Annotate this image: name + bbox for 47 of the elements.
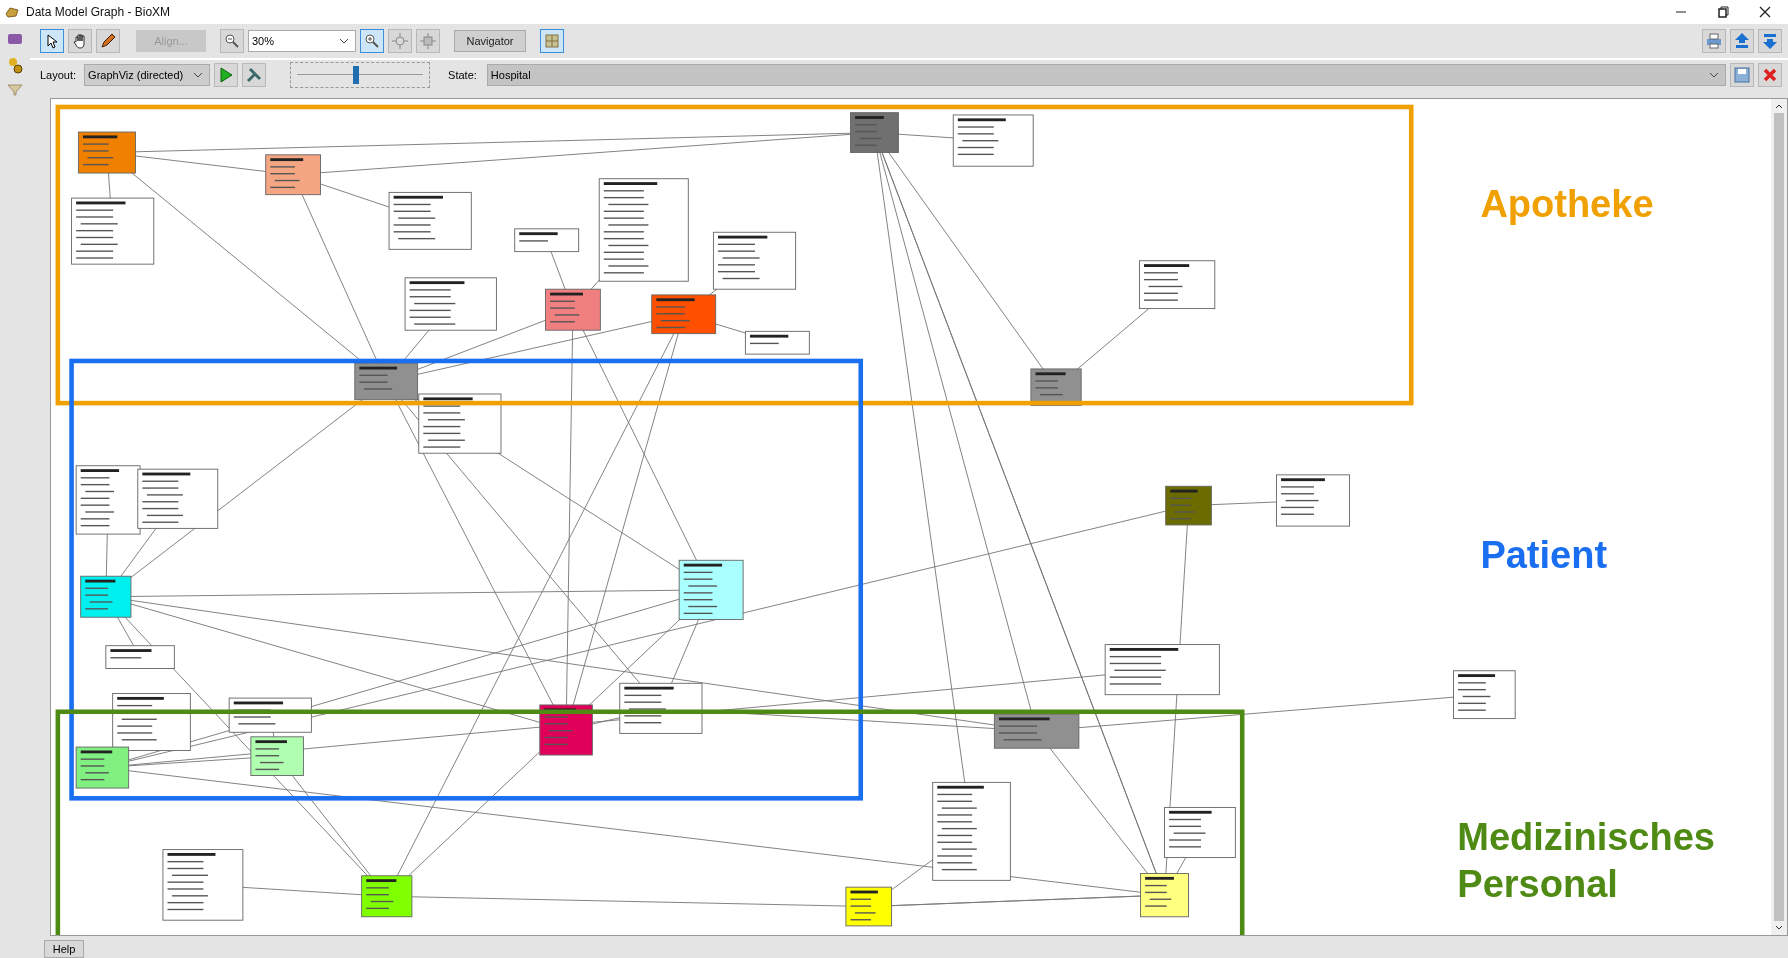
chevron-down-icon: [1709, 72, 1719, 78]
layout-combo[interactable]: GraphViz (directed): [84, 64, 211, 86]
pencil-icon: [100, 33, 116, 49]
arrow-up-icon: [1733, 32, 1751, 50]
print-button[interactable]: [1702, 29, 1726, 53]
pointer-tool[interactable]: [40, 29, 64, 53]
tools-button[interactable]: [242, 63, 267, 87]
restore-icon[interactable]: [1716, 5, 1730, 19]
delete-button[interactable]: [1758, 63, 1782, 87]
grid-icon: [545, 34, 559, 48]
state-combo[interactable]: Hospital: [486, 64, 1726, 86]
navigator-button[interactable]: Navigator: [454, 30, 526, 52]
pencil-tool[interactable]: [96, 29, 120, 53]
download-button[interactable]: [1758, 29, 1782, 53]
save-icon: [1734, 67, 1750, 83]
zoom-out-button[interactable]: [220, 29, 244, 53]
chevron-down-icon[interactable]: [1775, 925, 1783, 931]
layout-label: Layout:: [40, 69, 77, 81]
vertical-scrollbar[interactable]: [1771, 99, 1787, 935]
chevron-up-icon[interactable]: [1775, 103, 1783, 109]
chevron-down-icon: [193, 72, 204, 78]
tools-icon: [246, 67, 263, 83]
zoom-in-icon: [364, 33, 380, 49]
zoom-out-icon: [224, 33, 240, 49]
crosshair-icon: [392, 33, 408, 49]
window-title: Data Model Graph - BioXM: [26, 5, 171, 19]
printer-icon: [1705, 33, 1723, 49]
app-icon: [4, 4, 20, 20]
chevron-down-icon: [339, 38, 349, 44]
save-button[interactable]: [1730, 63, 1754, 87]
state-label: State:: [448, 69, 477, 81]
zoom-in-button[interactable]: [360, 29, 384, 53]
upload-button[interactable]: [1730, 29, 1754, 53]
hand-tool[interactable]: [68, 29, 92, 53]
play-button[interactable]: [214, 63, 239, 87]
close-icon[interactable]: [1758, 5, 1772, 19]
help-button[interactable]: Help: [44, 940, 84, 958]
play-icon: [219, 67, 234, 83]
slider[interactable]: [290, 62, 431, 88]
funnel-icon[interactable]: [7, 84, 23, 96]
grid-toggle[interactable]: [540, 29, 564, 53]
hand-icon: [72, 33, 88, 49]
arrow-down-icon: [1761, 32, 1779, 50]
target-icon: [420, 33, 436, 49]
close-icon: [1762, 67, 1778, 83]
zoom-combo[interactable]: 30%: [248, 30, 356, 52]
arrow-cursor-icon: [44, 33, 60, 49]
